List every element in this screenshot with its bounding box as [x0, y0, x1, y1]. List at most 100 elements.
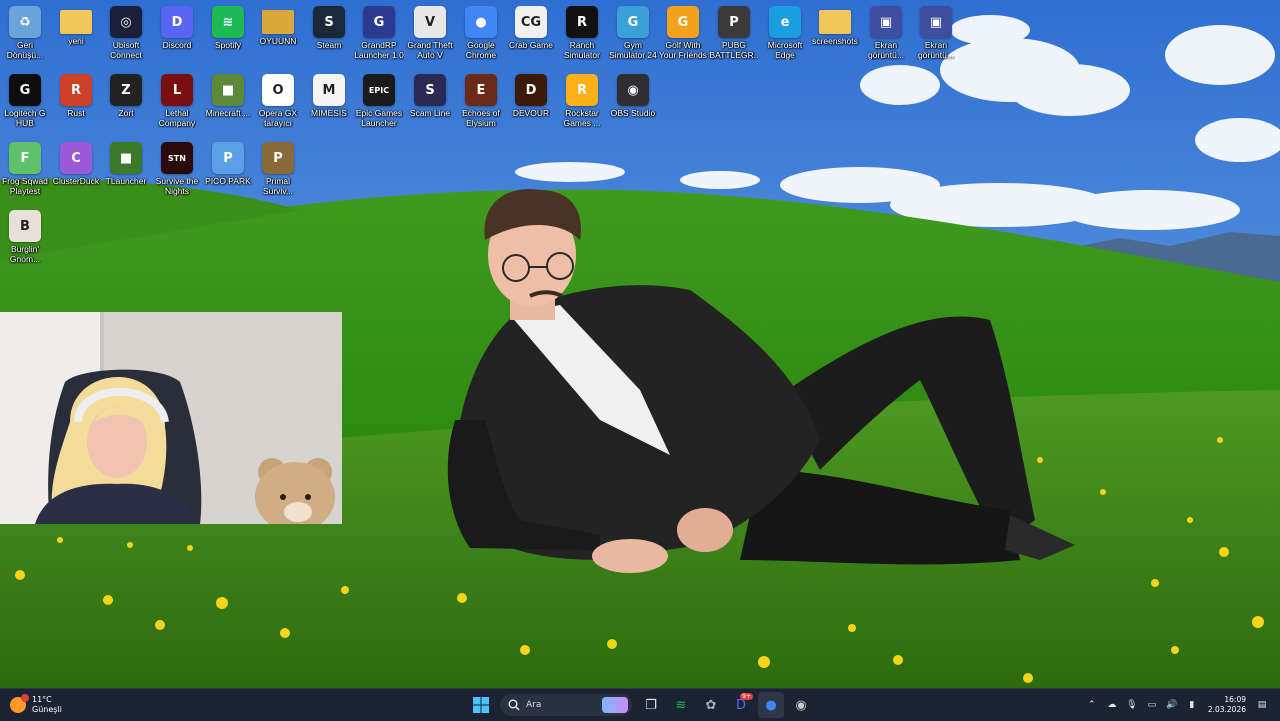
mimesis-icon: M	[313, 74, 345, 106]
desktop-icon-label: Zort	[118, 108, 134, 118]
desktop-icon-label: ClusterDuck	[52, 176, 100, 186]
taskbar-app-button[interactable]: ✿	[698, 692, 724, 718]
desktop-icon[interactable]: P PICO PARK	[203, 136, 253, 186]
scam-line-icon: S	[414, 74, 446, 106]
steam-icon: S	[313, 6, 345, 38]
desktop-icon[interactable]: ● Google Chrome	[456, 0, 506, 60]
desktop-icon[interactable]: ▣ Ekran görüntü...	[861, 0, 911, 60]
desktop-icon-label: Minecraft ...	[205, 108, 251, 118]
desktop-icon[interactable]: O Opera GX tarayıcı	[253, 68, 303, 128]
microphone-icon[interactable]: 🎙	[1125, 698, 1139, 712]
network-icon[interactable]: ▭	[1145, 698, 1159, 712]
taskbar-app-button[interactable]: ❐	[638, 692, 664, 718]
desktop-icon-label: MIMESIS	[311, 108, 347, 118]
desktop-icon-label: Ubisoft Connect	[110, 40, 142, 60]
settings-icon: ✿	[705, 697, 717, 713]
desktop-icon[interactable]: ◉ OBS Studio	[608, 68, 658, 118]
folder-icon	[819, 10, 851, 34]
echoes-icon: E	[465, 74, 497, 106]
pico-park-icon: P	[212, 142, 244, 174]
desktop-icon[interactable]: S Scam Line	[405, 68, 455, 118]
weather-widget[interactable]: 11°C Güneşli	[10, 692, 62, 718]
desktop-icon[interactable]: P Primal Surviv...	[253, 136, 303, 196]
rust-icon: R	[60, 74, 92, 106]
desktop-icon[interactable]: STN Survive the Nights	[152, 136, 202, 196]
desktop-icon[interactable]: ▣ Ekran görüntü...	[911, 0, 961, 60]
desktop-icon-label: Crab Game	[509, 40, 553, 50]
desktop-icon[interactable]: R Rust	[51, 68, 101, 118]
desktop-icon[interactable]: ♻ Geri Dönüşü...	[0, 0, 50, 60]
desktop-icon[interactable]: D DEVOUR	[506, 68, 556, 118]
desktop-icon[interactable]: F Frog Sqwad Playtest	[0, 136, 50, 196]
golf-icon: G	[667, 6, 699, 38]
desktop-icon[interactable]: e Microsoft Edge	[760, 0, 810, 60]
taskbar-app-button[interactable]: D 9+	[728, 692, 754, 718]
desktop-icon-label: PICO PARK	[205, 176, 251, 186]
desktop-icon[interactable]: G Logitech G HUB	[0, 68, 50, 128]
chrome-icon: ●	[765, 697, 777, 713]
search-icon	[508, 699, 520, 711]
desktop-icon[interactable]: E Echoes of Elysium	[456, 68, 506, 128]
epic-games-icon: EPIC	[363, 74, 395, 106]
desktop-icon-label: Golf With Your Friends	[659, 40, 707, 60]
search-box[interactable]: Ara	[500, 694, 632, 716]
desktop-icon[interactable]: yeni	[51, 0, 101, 46]
logitech-icon: G	[9, 74, 41, 106]
desktop-icon-label: Opera GX tarayıcı	[258, 108, 298, 128]
desktop-icon[interactable]: R Ranch Simulator	[557, 0, 607, 60]
clock[interactable]: 16:09 2.03.2026	[1208, 695, 1246, 715]
volume-icon[interactable]: 🔊	[1165, 698, 1179, 712]
folder-icon	[60, 10, 92, 34]
taskbar-app-button[interactable]: ≋	[668, 692, 694, 718]
desktop-icon[interactable]: screenshots	[810, 0, 860, 46]
desktop-icon-label: DEVOUR	[512, 108, 550, 118]
pubg-icon: P	[718, 6, 750, 38]
desktop-icon-label: Lethal Company	[158, 108, 196, 128]
weather-sun-icon	[10, 694, 29, 713]
desktop-icon[interactable]: ■ TLauncher	[101, 136, 151, 186]
clusterduck-icon: C	[60, 142, 92, 174]
desktop-icon[interactable]: CG Crab Game	[506, 0, 556, 50]
grandrp-icon: G	[363, 6, 395, 38]
onedrive-icon[interactable]: ☁	[1105, 698, 1119, 712]
minecraft-icon: ■	[212, 74, 244, 106]
desktop-icon[interactable]: G Golf With Your Friends	[658, 0, 708, 60]
gym-simulator-icon: G	[617, 6, 649, 38]
desktop-icon[interactable]: R Rockstar Games ...	[557, 68, 607, 128]
desktop-icon-label: Ekran görüntü...	[868, 40, 904, 60]
taskbar-app-button[interactable]: ◉	[788, 692, 814, 718]
desktop-icon[interactable]: G Gym Simulator 24	[608, 0, 658, 60]
taskbar-app-button[interactable]: ●	[758, 692, 784, 718]
discord-icon: D	[161, 6, 193, 38]
desktop-icon-label: Spotify	[215, 40, 241, 50]
notification-badge: 9+	[740, 693, 753, 700]
desktop-icon[interactable]: ■ Minecraft ...	[203, 68, 253, 118]
recycle-bin-icon: ♻	[9, 6, 41, 38]
desktop-icon-label: Google Chrome	[465, 40, 497, 60]
desktop-icon[interactable]: M MIMESIS	[304, 68, 354, 118]
screenshot-icon: ▣	[870, 6, 902, 38]
crab-game-icon: CG	[515, 6, 547, 38]
desktop-icon[interactable]: D Discord	[152, 0, 202, 50]
desktop-icon[interactable]: EPIC Epic Games Launcher	[354, 68, 404, 128]
desktop-icon-label: PUBG BATTLEGR...	[709, 40, 759, 60]
start-button[interactable]	[468, 692, 494, 718]
desktop-icon[interactable]: ◎ Ubisoft Connect	[101, 0, 151, 60]
battery-icon[interactable]: ▮	[1185, 698, 1199, 712]
desktop-icon-label: OYUUNN	[259, 36, 297, 46]
search-highlight-icon	[602, 697, 628, 713]
desktop-icon[interactable]: OYUUNN	[253, 0, 303, 46]
desktop-icon[interactable]: C ClusterDuck	[51, 136, 101, 186]
chevron-up-icon[interactable]: ⌃	[1085, 698, 1099, 712]
desktop-icon[interactable]: S Steam	[304, 0, 354, 50]
desktop-icon[interactable]: PPUBG BATTLEGR...	[709, 0, 759, 60]
desktop-icon[interactable]: G GrandRP Launcher 1.0	[354, 0, 404, 60]
desktop-icon[interactable]: V Grand Theft Auto V	[405, 0, 455, 60]
windows-logo-icon	[473, 697, 489, 713]
desktop-icon[interactable]: Z Zort	[101, 68, 151, 118]
desktop-icon-label: Grand Theft Auto V	[407, 40, 453, 60]
desktop-icon[interactable]: B Burglin' Gnom...	[0, 204, 50, 264]
desktop-icon[interactable]: L Lethal Company	[152, 68, 202, 128]
notifications-icon[interactable]: ▤	[1255, 698, 1269, 712]
desktop-icon[interactable]: ≋ Spotify	[203, 0, 253, 50]
